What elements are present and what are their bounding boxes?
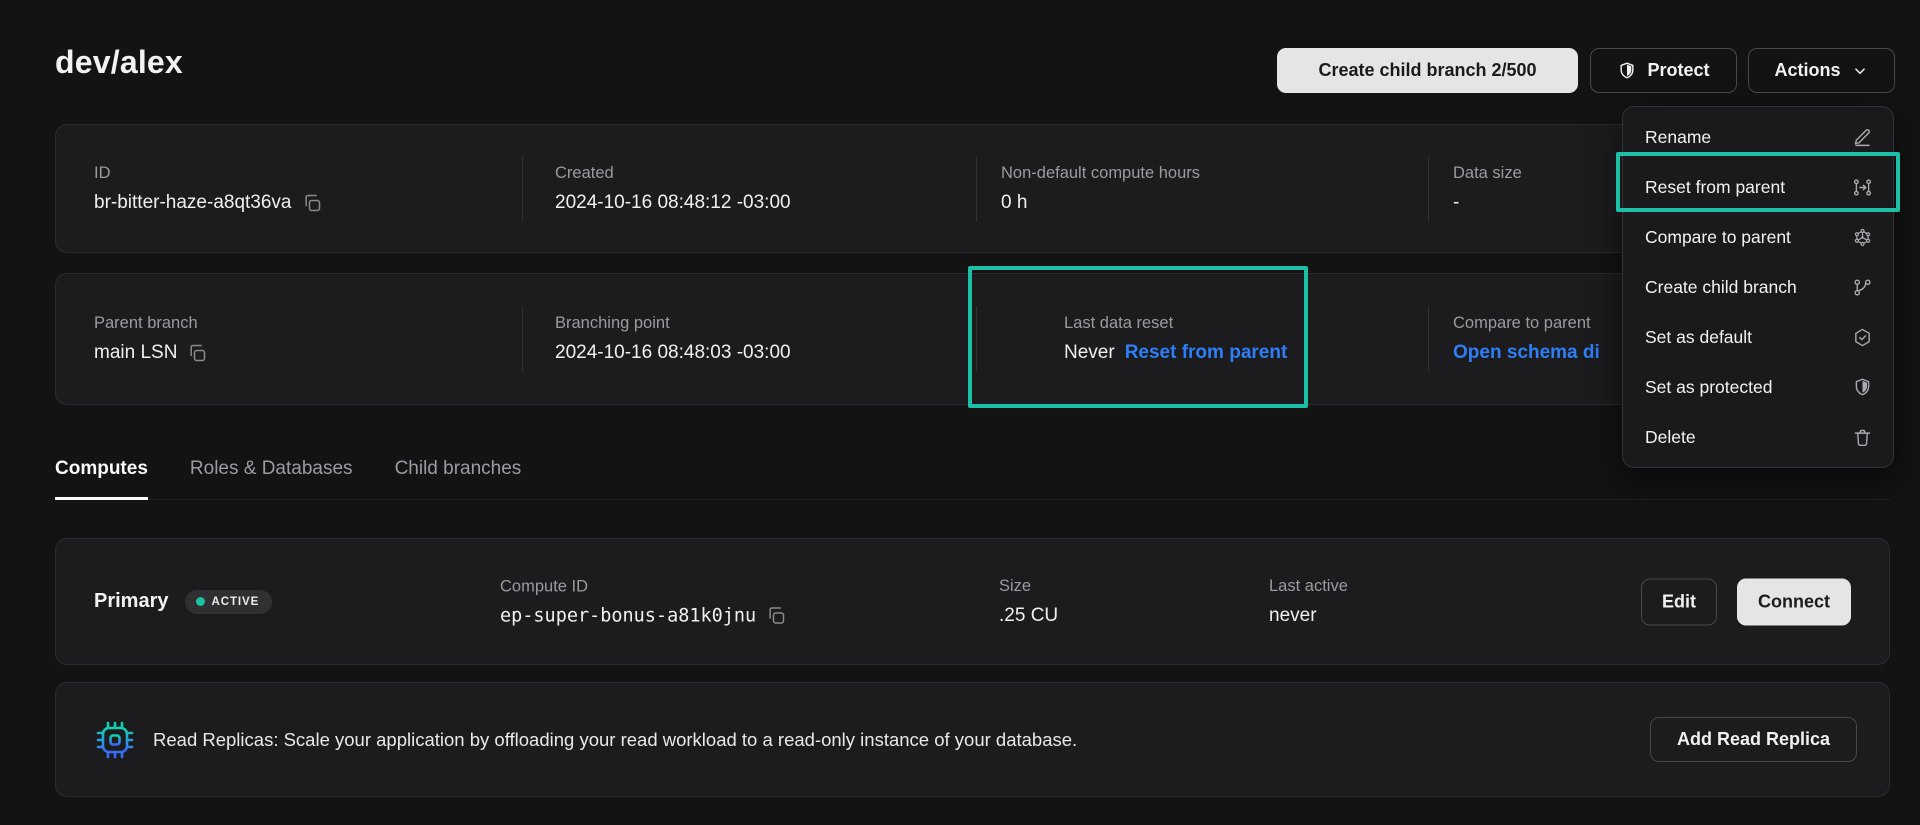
branch-info-card: ID br-bitter-haze-a8qt36va Created 2024-…: [55, 124, 1890, 253]
size-cell: Size .25 CU: [999, 577, 1058, 627]
shield-icon: [1617, 61, 1637, 81]
menu-item-set-as-default-label: Set as default: [1645, 327, 1752, 348]
compute-id-cell: Compute ID ep-super-bonus-a81k0jnu: [500, 577, 786, 626]
menu-item-rename-label: Rename: [1645, 127, 1711, 148]
compare-to-parent-cell: Compare to parent Open schema di: [1453, 314, 1600, 364]
protect-button[interactable]: Protect: [1590, 48, 1737, 93]
compute-hours-cell: Non-default compute hours 0 h: [1001, 164, 1200, 214]
data-size-value: -: [1453, 192, 1459, 214]
badge-check-icon: [1852, 327, 1873, 348]
schema-compare-icon: [1852, 227, 1873, 248]
copy-icon[interactable]: [187, 343, 207, 363]
divider: [522, 156, 523, 222]
git-branch-icon: [1852, 277, 1873, 298]
menu-item-set-as-protected-label: Set as protected: [1645, 377, 1772, 398]
actions-label: Actions: [1774, 60, 1840, 81]
actions-button[interactable]: Actions: [1748, 48, 1895, 93]
tab-roles-databases[interactable]: Roles & Databases: [190, 458, 353, 500]
annotation-box-last-data-reset: [968, 266, 1308, 408]
create-child-branch-label: Create child branch 2/500: [1318, 60, 1536, 81]
menu-item-create-child-branch[interactable]: Create child branch: [1623, 262, 1893, 312]
cpu-chip-icon: [94, 719, 136, 761]
size-value: .25 CU: [999, 605, 1058, 627]
menu-item-create-child-branch-label: Create child branch: [1645, 277, 1797, 298]
divider: [1428, 306, 1429, 372]
branch-id-label: ID: [94, 164, 322, 183]
data-size-cell: Data size -: [1453, 164, 1522, 214]
shield-icon: [1852, 377, 1873, 398]
tab-bar: Computes Roles & Databases Child branche…: [55, 458, 1890, 500]
size-label: Size: [999, 577, 1058, 596]
annotation-box-reset-from-parent-item: [1616, 152, 1900, 212]
active-status-dot: [196, 597, 205, 606]
copy-icon[interactable]: [302, 193, 322, 213]
menu-item-delete-label: Delete: [1645, 427, 1696, 448]
protect-label: Protect: [1647, 60, 1709, 81]
copy-icon[interactable]: [766, 606, 786, 626]
status-badge-label: ACTIVE: [212, 596, 260, 608]
status-badge: ACTIVE: [185, 590, 273, 614]
last-active-value: never: [1269, 605, 1317, 627]
menu-item-set-as-default[interactable]: Set as default: [1623, 312, 1893, 362]
created-label: Created: [555, 164, 791, 183]
branch-id-cell: ID br-bitter-haze-a8qt36va: [94, 164, 322, 214]
compute-hours-value: 0 h: [1001, 192, 1027, 214]
compute-hours-label: Non-default compute hours: [1001, 164, 1200, 183]
parent-branch-value: main LSN: [94, 342, 177, 364]
divider: [1428, 156, 1429, 222]
menu-item-compare-to-parent-label: Compare to parent: [1645, 227, 1791, 248]
last-active-cell: Last active never: [1269, 577, 1348, 627]
menu-item-set-as-protected[interactable]: Set as protected: [1623, 362, 1893, 412]
page-title: dev/alex: [55, 44, 183, 81]
compute-id-label: Compute ID: [500, 577, 786, 596]
create-child-branch-button[interactable]: Create child branch 2/500: [1277, 48, 1578, 93]
last-active-label: Last active: [1269, 577, 1348, 596]
menu-item-compare-to-parent[interactable]: Compare to parent: [1623, 212, 1893, 262]
tab-child-branches[interactable]: Child branches: [395, 458, 522, 500]
created-value: 2024-10-16 08:48:12 -03:00: [555, 192, 791, 214]
created-cell: Created 2024-10-16 08:48:12 -03:00: [555, 164, 791, 214]
branch-id-value: br-bitter-haze-a8qt36va: [94, 192, 292, 214]
divider: [976, 156, 977, 222]
connect-button[interactable]: Connect: [1737, 578, 1851, 625]
open-schema-diff-link[interactable]: Open schema di: [1453, 342, 1600, 364]
compare-to-parent-label: Compare to parent: [1453, 314, 1600, 333]
parent-branch-label: Parent branch: [94, 314, 207, 333]
add-read-replica-button[interactable]: Add Read Replica: [1650, 717, 1857, 762]
parent-branch-cell: Parent branch main LSN: [94, 314, 207, 364]
menu-item-delete[interactable]: Delete: [1623, 412, 1893, 462]
compute-name: Primary: [94, 590, 169, 613]
compute-row-card: Primary ACTIVE Compute ID ep-super-bonus…: [55, 538, 1890, 665]
branching-point-cell: Branching point 2024-10-16 08:48:03 -03:…: [555, 314, 791, 364]
data-size-label: Data size: [1453, 164, 1522, 183]
pencil-line-icon: [1852, 127, 1873, 148]
chevron-down-icon: [1851, 62, 1869, 80]
branching-point-label: Branching point: [555, 314, 791, 333]
trash-icon: [1852, 427, 1873, 448]
divider: [522, 306, 523, 372]
tab-computes[interactable]: Computes: [55, 458, 148, 500]
read-replicas-description: Read Replicas: Scale your application by…: [153, 729, 1633, 751]
compute-id-value: ep-super-bonus-a81k0jnu: [500, 605, 756, 626]
branching-point-value: 2024-10-16 08:48:03 -03:00: [555, 342, 791, 364]
read-replicas-card: Read Replicas: Scale your application by…: [55, 682, 1890, 797]
edit-button[interactable]: Edit: [1641, 578, 1717, 625]
